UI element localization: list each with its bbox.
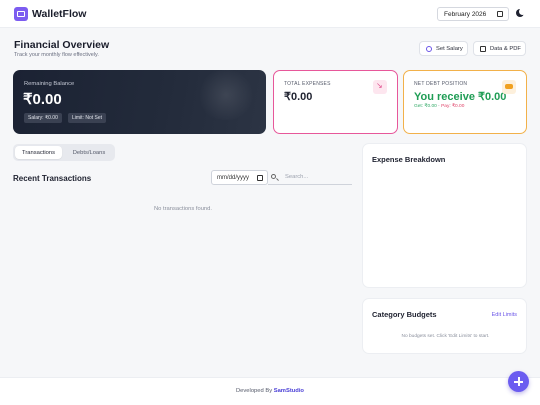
view-tabs: Transactions Debts/Loans <box>13 144 115 161</box>
category-budgets-panel: Category Budgets Edit Limits No budgets … <box>362 298 527 354</box>
expenses-label: TOTAL EXPENSES <box>284 81 331 87</box>
expenses-value: ₹0.00 <box>284 91 313 103</box>
month-picker[interactable]: February 2026 <box>437 7 509 21</box>
search-icon <box>271 174 276 179</box>
debt-pay: Pay: ₹0.00 <box>441 104 465 109</box>
search-placeholder: Search... <box>285 174 309 180</box>
debt-value: You receive ₹0.00 <box>414 91 507 103</box>
expense-breakdown-title: Expense Breakdown <box>372 155 446 164</box>
date-filter-input[interactable]: mm/dd/yyyy <box>211 170 268 185</box>
set-salary-button[interactable]: Set Salary <box>419 41 468 56</box>
debt-summary: Get: ₹0.00 · Pay: ₹0.00 <box>414 104 465 109</box>
total-expenses-card: TOTAL EXPENSES ₹0.00 <box>273 70 398 134</box>
footer-studio-link[interactable]: SamStudio <box>274 388 304 394</box>
data-pdf-button[interactable]: Data & PDF <box>473 41 526 56</box>
limit-chip: Limit: Not Set <box>68 113 107 123</box>
page-subtitle: Track your monthly flow effectively. <box>14 52 99 58</box>
document-icon <box>480 45 486 52</box>
trend-down-icon <box>373 80 387 94</box>
remaining-balance-card: Remaining Balance ₹0.00 Salary: ₹0.00 Li… <box>13 70 266 134</box>
balance-value: ₹0.00 <box>23 91 62 108</box>
debt-get: Get: ₹0.00 <box>414 104 437 109</box>
recent-transactions-title: Recent Transactions <box>13 174 92 183</box>
category-budgets-title: Category Budgets <box>372 310 437 319</box>
page-title: Financial Overview <box>14 39 110 51</box>
footer: Developed By SamStudio <box>0 377 540 405</box>
calendar-icon <box>497 11 503 17</box>
handshake-icon <box>502 80 516 94</box>
theme-toggle-moon-icon[interactable] <box>516 8 526 17</box>
net-debt-card: NET DEBT POSITION You receive ₹0.00 Get:… <box>403 70 527 134</box>
salary-chip: Salary: ₹0.00 <box>24 113 62 123</box>
tab-debts-loans[interactable]: Debts/Loans <box>65 146 113 159</box>
set-salary-label: Set Salary <box>436 45 463 52</box>
debt-label: NET DEBT POSITION <box>414 81 468 87</box>
footer-credit: Developed By SamStudio <box>0 388 540 394</box>
footer-prefix: Developed By <box>236 388 274 394</box>
calendar-icon <box>257 175 263 181</box>
wallet-icon <box>14 7 28 21</box>
gear-icon <box>426 45 432 52</box>
expense-breakdown-panel: Expense Breakdown <box>362 143 527 288</box>
month-value: February 2026 <box>444 11 487 18</box>
add-transaction-button[interactable] <box>508 371 529 392</box>
top-bar: WalletFlow February 2026 <box>0 0 540 28</box>
search-input[interactable]: Search... <box>268 170 352 185</box>
empty-transactions-message: No transactions found. <box>153 206 212 212</box>
app-title: WalletFlow <box>32 8 87 20</box>
empty-budgets-message: No budgets set. Click 'Edit Limits' to s… <box>401 334 490 339</box>
balance-label: Remaining Balance <box>24 81 75 87</box>
tab-transactions[interactable]: Transactions <box>15 146 62 159</box>
data-pdf-label: Data & PDF <box>490 45 521 52</box>
edit-limits-link[interactable]: Edit Limits <box>492 312 517 318</box>
date-placeholder: mm/dd/yyyy <box>217 175 250 181</box>
